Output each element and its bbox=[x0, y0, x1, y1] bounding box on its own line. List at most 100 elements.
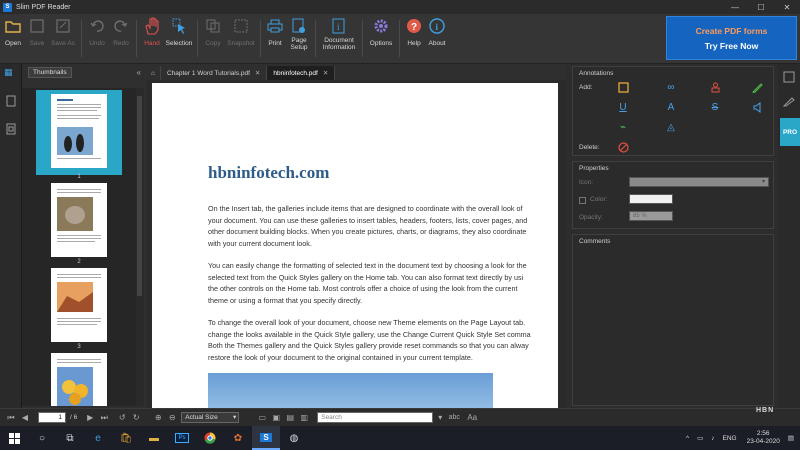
edge-browser-icon[interactable]: e bbox=[84, 426, 112, 450]
pen-icon[interactable] bbox=[751, 81, 763, 93]
paragraph-2: You can easily change the formatting of … bbox=[208, 260, 560, 306]
underline-icon[interactable]: U bbox=[617, 101, 629, 113]
search-icon[interactable]: ○ bbox=[28, 426, 56, 450]
close-icon[interactable]: ✕ bbox=[774, 3, 800, 12]
icon-select[interactable]: ▾ bbox=[629, 177, 769, 187]
page-setup-button[interactable]: Page Setup bbox=[286, 14, 312, 63]
tab-label: Chapter 1 Word Tutorials.pdf bbox=[166, 69, 250, 77]
text-line: Both the Themes gallery and the Quick St… bbox=[208, 341, 529, 350]
page-setup-icon bbox=[290, 17, 308, 35]
pro-badge[interactable]: PRO bbox=[780, 118, 800, 146]
thumbnail-page-2[interactable] bbox=[51, 183, 107, 257]
open-button[interactable]: Open bbox=[0, 14, 26, 63]
help-label: Help bbox=[407, 40, 421, 47]
save-as-button[interactable]: Save As bbox=[48, 14, 78, 63]
thumbnail-number-3: 3 bbox=[77, 344, 81, 350]
strikeout-icon[interactable]: S bbox=[709, 101, 721, 113]
thumbnail-page-1[interactable] bbox=[51, 94, 107, 168]
link-icon[interactable]: ∞ bbox=[665, 81, 677, 93]
panel-icon[interactable] bbox=[783, 70, 795, 83]
attachment-icon[interactable]: ⌁ bbox=[617, 121, 629, 133]
font-size-icon[interactable]: Aa bbox=[465, 412, 479, 424]
home-tab[interactable]: ⌂ bbox=[146, 66, 161, 80]
help-button[interactable]: ? Help bbox=[403, 14, 425, 63]
close-tab-icon[interactable]: ✕ bbox=[323, 69, 328, 77]
show-hidden-icons-icon[interactable]: ^ bbox=[686, 435, 689, 442]
next-page-icon[interactable]: ▶ bbox=[83, 412, 97, 424]
network-icon[interactable]: ▭ bbox=[697, 434, 703, 442]
document-view[interactable]: hbninfotech.com On the Insert tab, the g… bbox=[146, 80, 566, 408]
continuous-view-icon[interactable]: ▤ bbox=[283, 412, 297, 424]
match-case-icon[interactable]: abc bbox=[447, 412, 461, 424]
sound-icon[interactable] bbox=[751, 101, 763, 113]
thumbnail-page-4[interactable] bbox=[51, 353, 107, 406]
chrome-icon[interactable] bbox=[196, 426, 224, 450]
store-icon[interactable]: 🛍 bbox=[112, 426, 140, 450]
redo-button[interactable]: Redo bbox=[109, 14, 133, 63]
single-page-view-icon[interactable]: ▭ bbox=[255, 412, 269, 424]
photoshop-icon[interactable]: Ps bbox=[168, 426, 196, 450]
thumbnail-scrollbar[interactable] bbox=[136, 88, 144, 406]
last-page-icon[interactable]: ⏭ bbox=[97, 412, 111, 424]
opacity-field[interactable]: 85 % bbox=[629, 211, 673, 221]
notifications-icon[interactable]: ▤ bbox=[788, 434, 794, 442]
document-scrollbar[interactable] bbox=[558, 80, 566, 408]
facing-view-icon[interactable]: ▥ bbox=[297, 412, 311, 424]
previous-page-icon[interactable]: ◀ bbox=[18, 412, 32, 424]
create-pdf-forms-promo-button[interactable]: Create PDF forms Try Free Now bbox=[666, 16, 797, 60]
about-button[interactable]: i About bbox=[425, 14, 449, 63]
windows-start-icon[interactable] bbox=[0, 426, 28, 450]
first-page-icon[interactable]: ⏮ bbox=[4, 412, 18, 424]
close-tab-icon[interactable]: ✕ bbox=[255, 69, 260, 77]
zoom-out-icon[interactable]: ⊖ bbox=[165, 412, 179, 424]
document-information-label: Document Information bbox=[322, 37, 356, 51]
signature-icon[interactable] bbox=[782, 94, 795, 107]
note-icon[interactable] bbox=[617, 81, 629, 93]
undo-button[interactable]: Undo bbox=[85, 14, 109, 63]
search-input[interactable]: Search bbox=[317, 412, 434, 423]
rotate-right-icon[interactable]: ↻ bbox=[129, 412, 143, 424]
document-information-button[interactable]: i Document Information bbox=[319, 14, 359, 63]
page-number-input[interactable]: 1 bbox=[38, 412, 66, 423]
attachment-panel-icon[interactable] bbox=[4, 122, 18, 136]
minimize-icon[interactable]: — bbox=[722, 3, 748, 12]
save-button[interactable]: Save bbox=[26, 14, 48, 63]
zoom-select[interactable]: Actual Size ▾ bbox=[181, 412, 240, 423]
fit-page-view-icon[interactable]: ▣ bbox=[269, 412, 283, 424]
print-button[interactable]: Print bbox=[264, 14, 286, 63]
selection-button[interactable]: Selection bbox=[164, 14, 194, 63]
zoom-in-icon[interactable]: ⊕ bbox=[151, 412, 165, 424]
promo-line1: Create PDF forms bbox=[695, 25, 768, 36]
speaker-icon[interactable]: ♪ bbox=[711, 435, 714, 442]
snapshot-icon bbox=[232, 17, 250, 35]
copy-button[interactable]: Copy bbox=[201, 14, 225, 63]
slim-pdf-reader-taskbar-icon[interactable]: S bbox=[252, 426, 280, 450]
bookmark-panel-icon[interactable] bbox=[4, 94, 18, 108]
watermark-icon[interactable]: ◬ bbox=[665, 121, 677, 133]
clock[interactable]: 2:56 23-04-2020 bbox=[747, 430, 780, 446]
file-explorer-icon[interactable]: ▬ bbox=[140, 426, 168, 450]
task-view-icon[interactable]: ⧉ bbox=[56, 426, 84, 450]
thumbnails-grid-icon[interactable]: ▦ bbox=[4, 67, 13, 78]
highlight-icon[interactable]: A bbox=[665, 101, 677, 113]
delete-annotation-icon[interactable] bbox=[617, 141, 629, 153]
paint-icon[interactable]: ✿ bbox=[224, 426, 252, 450]
stamp-icon[interactable] bbox=[709, 81, 721, 93]
maximize-icon[interactable]: ☐ bbox=[748, 3, 774, 12]
color-swatch[interactable] bbox=[629, 194, 673, 204]
tab-hbninfotech[interactable]: hbninfotech.pdf ✕ bbox=[267, 66, 336, 80]
window-controls: — ☐ ✕ bbox=[722, 3, 800, 12]
tab-chapter-1-word-tutorials[interactable]: Chapter 1 Word Tutorials.pdf ✕ bbox=[161, 66, 268, 80]
language-indicator[interactable]: ENG bbox=[723, 435, 737, 442]
obs-icon[interactable]: ◍ bbox=[280, 426, 308, 450]
options-button[interactable]: Options bbox=[366, 14, 396, 63]
search-options-icon[interactable]: ▾ bbox=[433, 412, 447, 424]
rotate-left-icon[interactable]: ↺ bbox=[115, 412, 129, 424]
thumbnail-scrollbar-thumb[interactable] bbox=[137, 96, 142, 296]
collapse-panel-icon[interactable]: « bbox=[137, 68, 141, 77]
hand-button[interactable]: Hand bbox=[140, 14, 164, 63]
snapshot-button[interactable]: Snapshot bbox=[225, 14, 257, 63]
thumbnail-page-3[interactable] bbox=[51, 268, 107, 342]
color-checkbox[interactable] bbox=[579, 197, 586, 204]
thumbnails-tab[interactable]: Thumbnails bbox=[28, 66, 72, 78]
